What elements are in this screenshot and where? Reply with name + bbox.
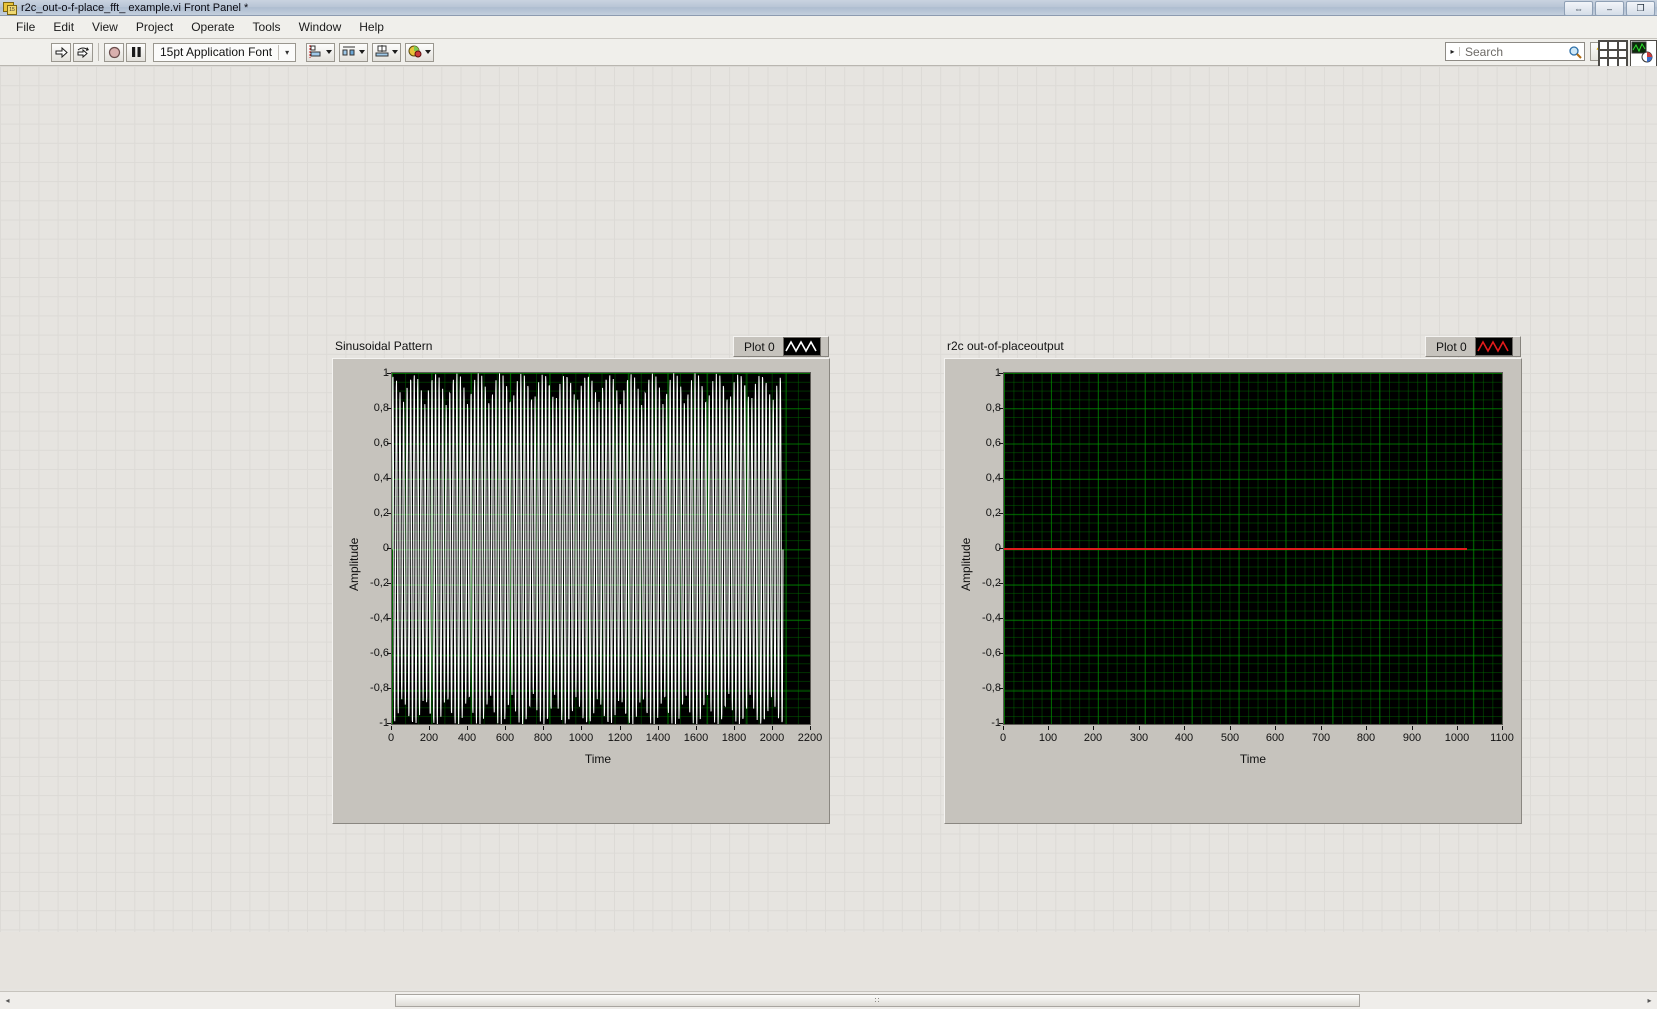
distribute-objects-icon[interactable] — [339, 43, 368, 62]
menu-item-operate[interactable]: Operate — [182, 17, 243, 37]
window-title: r2c_out-o-f-place_fft_ example.vi Front … — [21, 2, 248, 14]
font-selector-value: 15pt Application Font — [154, 45, 278, 59]
plot-legend-r2c[interactable]: Plot 0 — [1425, 336, 1521, 357]
search-placeholder: Search — [1460, 45, 1566, 59]
scroll-left-arrow-icon[interactable]: ◂ — [0, 993, 15, 1008]
run-continuously-icon[interactable] — [73, 43, 93, 62]
font-selector[interactable]: 15pt Application Font ▾ — [153, 43, 296, 62]
y-axis-label-r2c: Amplitude — [959, 509, 973, 619]
search-input[interactable]: ▸ Search — [1445, 42, 1585, 61]
waveform-graph-r2c-output[interactable]: r2c out-of-placeoutput Plot 0 Amplitude … — [944, 358, 1522, 824]
title-bar: 15 r2c_out-o-f-place_fft_ example.vi Fro… — [0, 0, 1657, 16]
chevron-down-icon[interactable]: ▾ — [279, 48, 295, 57]
controls-palette-strip — [1598, 40, 1657, 68]
menu-item-view[interactable]: View — [83, 17, 127, 37]
run-arrow-icon[interactable] — [51, 43, 71, 62]
horizontal-scrollbar[interactable]: ◂ ∶∶ ▸ — [0, 991, 1657, 1009]
menu-item-window[interactable]: Window — [290, 17, 351, 37]
plot-legend-label: Plot 0 — [734, 340, 783, 354]
waveform-graph-sinusoidal-pattern[interactable]: Sinusoidal Pattern Plot 0 Amplitude 1 0,… — [332, 358, 830, 824]
labview-front-panel-window: 15 r2c_out-o-f-place_fft_ example.vi Fro… — [0, 0, 1657, 1009]
toolbar: 15pt Application Font ▾ — [0, 39, 1657, 66]
palette-graph-icon[interactable] — [1630, 40, 1657, 67]
menu-item-project[interactable]: Project — [127, 17, 182, 37]
palette-grid-icon[interactable] — [1598, 40, 1628, 68]
align-objects-icon[interactable] — [306, 43, 335, 62]
window-controls: ⇔ – ❐ — [1564, 1, 1655, 16]
plot-trace-r2c-flat-line — [1004, 548, 1467, 550]
magnifier-icon[interactable] — [1566, 45, 1584, 59]
y-axis-label-sinusoidal: Amplitude — [347, 509, 361, 619]
menu-item-tools[interactable]: Tools — [244, 17, 290, 37]
canvas-right-area — [1530, 66, 1657, 932]
search-dropdown-caret-icon[interactable]: ▸ — [1446, 47, 1460, 56]
x-axis-label-sinusoidal: Time — [563, 752, 633, 766]
plot-legend-sinusoidal[interactable]: Plot 0 — [733, 336, 829, 357]
scrollbar-thumb[interactable]: ∶∶ — [395, 994, 1360, 1007]
menu-item-file[interactable]: File — [7, 17, 44, 37]
labview-vi-icon: 15 — [3, 1, 16, 14]
menu-item-help[interactable]: Help — [350, 17, 393, 37]
x-axis-label-r2c: Time — [1218, 752, 1288, 766]
reorder-objects-icon[interactable] — [405, 43, 434, 62]
plot-legend-swatch-red[interactable] — [1475, 337, 1513, 356]
plot-legend-label: Plot 0 — [1426, 340, 1475, 354]
scrollbar-track[interactable]: ∶∶ — [15, 993, 1642, 1008]
waveform-trace-sinusoidal — [392, 373, 811, 725]
menu-item-edit[interactable]: Edit — [44, 17, 83, 37]
plot-legend-swatch-white[interactable] — [783, 337, 821, 356]
resize-objects-icon[interactable] — [372, 43, 401, 62]
maximize-button[interactable]: ❐ — [1626, 1, 1655, 16]
abort-execution-icon[interactable] — [104, 43, 124, 62]
pause-icon[interactable] — [126, 43, 146, 62]
plot-area-sinusoidal[interactable] — [391, 372, 811, 725]
menu-bar: File Edit View Project Operate Tools Win… — [0, 16, 1657, 39]
scroll-right-arrow-icon[interactable]: ▸ — [1642, 993, 1657, 1008]
plot-area-r2c[interactable] — [1003, 372, 1503, 725]
front-panel-canvas[interactable]: Sinusoidal Pattern Plot 0 Amplitude 1 0,… — [0, 66, 1530, 932]
graph-title-r2c: r2c out-of-placeoutput — [947, 339, 1064, 353]
minimize-button[interactable]: – — [1595, 1, 1624, 16]
restore-button[interactable]: ⇔ — [1564, 1, 1593, 16]
graph-title-sinusoidal: Sinusoidal Pattern — [335, 339, 432, 353]
